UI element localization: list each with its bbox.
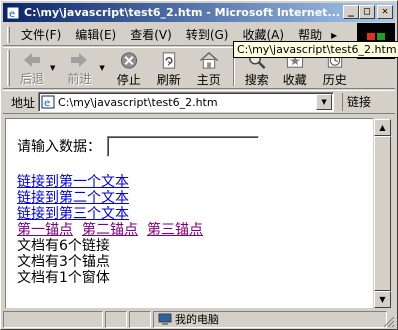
- address-field[interactable]: e C:\my\javascript\test6_2.htm ▼: [38, 92, 335, 112]
- status-pane-1: [105, 310, 127, 328]
- data-input-field[interactable]: [107, 136, 259, 157]
- search-label: 搜索: [244, 73, 269, 87]
- ie-icon: e: [5, 5, 21, 21]
- data-input-row: 请输入数据：: [17, 136, 259, 157]
- computer-icon: [158, 313, 172, 326]
- links-button[interactable]: 链接: [342, 93, 371, 111]
- address-dropdown-icon[interactable]: ▼: [316, 94, 333, 110]
- vertical-scrollbar[interactable]: ▲ ▼: [374, 119, 391, 308]
- status-text-pane: [3, 310, 103, 328]
- security-zone-label: 我的电脑: [175, 313, 219, 326]
- home-label: 主页: [196, 73, 221, 87]
- form-count-text: 文档有1个窗体: [17, 270, 110, 286]
- anchor-row: 第一锚点 第二锚点 第三锚点: [17, 222, 259, 238]
- status-pane-2: [129, 310, 151, 328]
- address-bar: 地址 e C:\my\javascript\test6_2.htm ▼ 链接: [3, 90, 395, 114]
- page-body: 请输入数据： 链接到第一个文本 链接到第二个文本 链接到第三个文本 第一锚点 第…: [17, 136, 259, 286]
- forward-label: 前进: [67, 72, 92, 86]
- back-label: 后退: [19, 72, 44, 86]
- stop-label: 停止: [116, 73, 141, 87]
- forward-button[interactable]: 前进: [59, 48, 99, 88]
- home-icon: [199, 51, 218, 69]
- page-content: 请输入数据： 链接到第一个文本 链接到第二个文本 链接到第三个文本 第一锚点 第…: [5, 118, 373, 308]
- svg-text:e: e: [9, 9, 15, 20]
- stop-button[interactable]: 停止: [109, 48, 149, 88]
- close-button[interactable]: ✕: [377, 5, 393, 19]
- data-input-label: 请输入数据：: [17, 138, 101, 155]
- menu-grip[interactable]: [7, 26, 10, 43]
- resize-grip-icon[interactable]: [382, 315, 395, 328]
- link-count-text: 文档有6个链接: [17, 238, 110, 254]
- browser-window: e C:\my\javascript\test6_2.htm - Microso…: [0, 0, 398, 330]
- menu-go[interactable]: 转到(G): [179, 26, 236, 43]
- anchor-count-text: 文档有3个锚点: [17, 254, 110, 270]
- scroll-thumb[interactable]: [374, 136, 391, 291]
- link-first-text[interactable]: 链接到第一个文本: [17, 174, 259, 190]
- scroll-down-icon[interactable]: ▼: [374, 291, 391, 308]
- minimize-button[interactable]: _: [343, 5, 359, 19]
- address-label: 地址: [11, 95, 36, 110]
- back-button[interactable]: 后退: [14, 48, 50, 88]
- status-bar: 我的电脑: [3, 310, 395, 328]
- menu-view[interactable]: 查看(V): [123, 26, 179, 43]
- refresh-button[interactable]: 刷新: [149, 48, 189, 88]
- anchor-second[interactable]: 第二锚点: [82, 222, 138, 238]
- home-button[interactable]: 主页: [189, 48, 229, 88]
- menu-chevron-icon[interactable]: ▸: [329, 28, 339, 42]
- link-second-text[interactable]: 链接到第二个文本: [17, 190, 259, 206]
- menu-file[interactable]: 文件(F): [14, 26, 68, 43]
- anchor-first[interactable]: 第一锚点: [17, 222, 73, 238]
- back-arrow-icon: [24, 53, 40, 67]
- stop-icon: [120, 52, 137, 69]
- menu-edit[interactable]: 编辑(E): [68, 26, 123, 43]
- history-label: 历史: [322, 73, 347, 87]
- window-title: C:\my\javascript\test6_2.htm - Microsoft…: [24, 6, 340, 19]
- address-value: C:\my\javascript\test6_2.htm: [58, 95, 218, 109]
- anchor-third[interactable]: 第三锚点: [147, 222, 203, 238]
- favorites-label: 收藏: [282, 73, 307, 87]
- toolbar-grip[interactable]: [7, 50, 10, 86]
- scroll-up-icon[interactable]: ▲: [374, 119, 391, 136]
- refresh-icon: [162, 52, 175, 69]
- forward-dropdown-icon[interactable]: ▼: [99, 64, 104, 72]
- back-dropdown-icon[interactable]: ▼: [50, 64, 55, 72]
- forward-arrow-icon: [71, 53, 88, 67]
- maximize-button[interactable]: □: [359, 5, 375, 19]
- svg-text:e: e: [44, 98, 50, 109]
- link-third-text[interactable]: 链接到第三个文本: [17, 206, 259, 222]
- status-zone-pane: 我的电脑: [153, 310, 387, 328]
- title-bar[interactable]: e C:\my\javascript\test6_2.htm - Microso…: [3, 3, 395, 22]
- page-icon: e: [41, 95, 55, 109]
- refresh-label: 刷新: [156, 73, 181, 87]
- address-tooltip: C:\my\javascript\test6_2.htm: [233, 41, 398, 58]
